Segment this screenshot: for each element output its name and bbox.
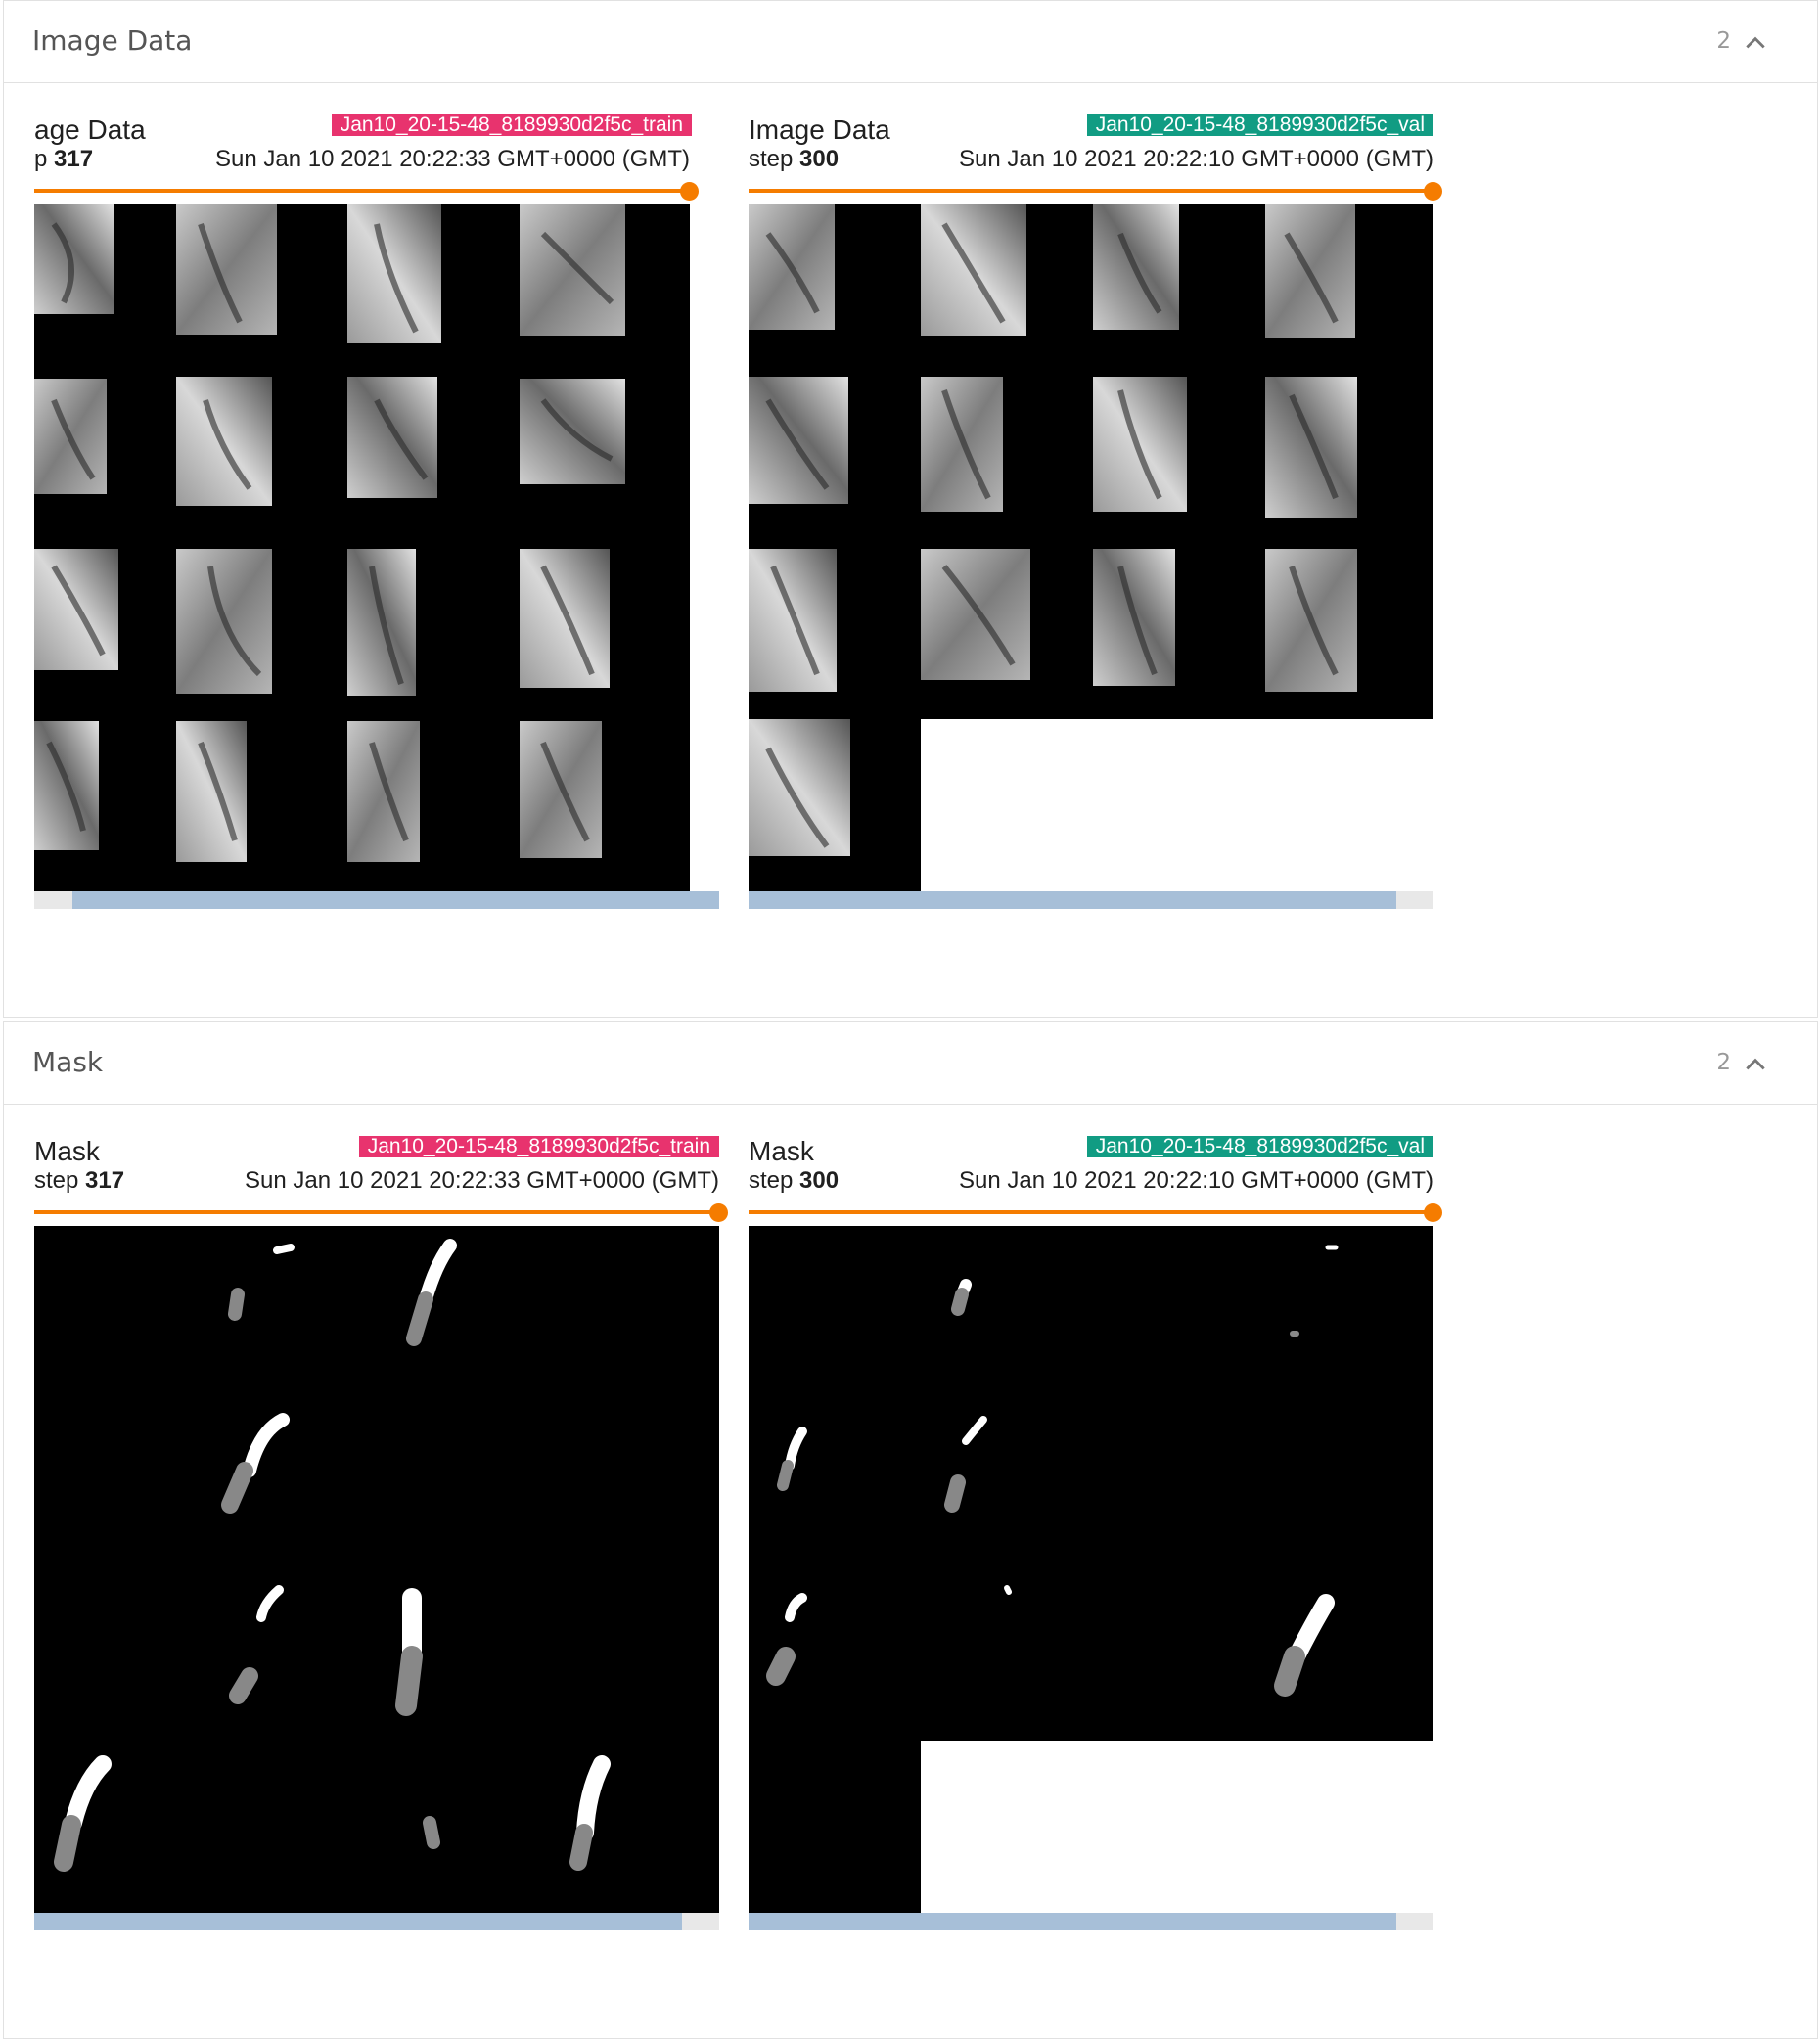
- scrollbar-thumb[interactable]: [34, 1913, 682, 1930]
- image-grid: [34, 204, 690, 891]
- mask-grid: [34, 1226, 719, 1913]
- mri-tiles: [749, 204, 1357, 692]
- step-slider-thumb[interactable]: [1424, 182, 1442, 201]
- mri-tiles: [34, 204, 625, 862]
- step-slider-track[interactable]: [749, 189, 1433, 193]
- image-grid-last-row: [749, 719, 921, 891]
- card-timestamp: Sun Jan 10 2021 20:22:33 GMT+0000 (GMT): [215, 146, 690, 172]
- card-timestamp: Sun Jan 10 2021 20:22:10 GMT+0000 (GMT): [959, 146, 1433, 172]
- mask-shapes: [54, 1239, 611, 1872]
- image-card-val: Image Data step 300 Jan10_20-15-48_81899…: [749, 114, 1445, 915]
- horizontal-scrollbar[interactable]: [749, 891, 1433, 909]
- mask-card-val: Mask step 300 Jan10_20-15-48_8189930d2f5…: [749, 1136, 1445, 1936]
- run-tag-val: Jan10_20-15-48_8189930d2f5c_val: [1086, 114, 1433, 136]
- card-step: step 317: [34, 1167, 125, 1194]
- card-timestamp: Sun Jan 10 2021 20:22:10 GMT+0000 (GMT): [959, 1167, 1433, 1194]
- scrollbar-thumb[interactable]: [72, 891, 719, 909]
- section-title: Image Data: [32, 24, 193, 57]
- mask-card-train: Mask step 317 Jan10_20-15-48_8189930d2f5…: [34, 1136, 731, 1936]
- image-grid: [749, 204, 1433, 719]
- horizontal-scrollbar[interactable]: [34, 891, 719, 909]
- step-slider-thumb[interactable]: [709, 1203, 728, 1222]
- card-step: step 300: [749, 146, 840, 172]
- card-title: Mask: [34, 1136, 100, 1166]
- section-header[interactable]: Mask 2: [4, 1022, 1817, 1105]
- horizontal-scrollbar[interactable]: [34, 1913, 719, 1930]
- chevron-up-icon[interactable]: [1743, 30, 1768, 56]
- run-tag-val: Jan10_20-15-48_8189930d2f5c_val: [1086, 1136, 1433, 1157]
- step-slider-thumb[interactable]: [680, 182, 699, 201]
- card-title: Mask: [749, 1136, 814, 1166]
- mask-grid-last-row: [749, 1741, 921, 1913]
- card-step: p 317: [34, 146, 94, 172]
- card-step: step 300: [749, 1167, 840, 1194]
- step-slider-thumb[interactable]: [1424, 1203, 1442, 1222]
- horizontal-scrollbar[interactable]: [749, 1913, 1433, 1930]
- card-title: Image Data: [749, 114, 890, 145]
- section-header[interactable]: Image Data 2: [4, 1, 1817, 83]
- section-count: 2: [1716, 28, 1731, 54]
- step-slider-track[interactable]: [34, 1210, 719, 1214]
- section-title: Mask: [32, 1046, 104, 1078]
- scrollbar-thumb[interactable]: [749, 891, 1396, 909]
- card-timestamp: Sun Jan 10 2021 20:22:33 GMT+0000 (GMT): [245, 1167, 719, 1194]
- step-slider-track[interactable]: [749, 1210, 1433, 1214]
- card-title: age Data: [34, 114, 146, 145]
- run-tag-train: Jan10_20-15-48_8189930d2f5c_train: [331, 114, 692, 136]
- chevron-up-icon[interactable]: [1743, 1052, 1768, 1077]
- mask-section: Mask 2 Mask step 317 Jan10_20-15-48_8189…: [3, 1021, 1818, 2039]
- scrollbar-thumb[interactable]: [749, 1913, 1396, 1930]
- mask-shapes: [766, 1245, 1339, 1697]
- image-card-train: age Data p 317 Jan10_20-15-48_8189930d2f…: [34, 114, 724, 915]
- section-count: 2: [1716, 1050, 1731, 1075]
- mask-grid: [749, 1226, 1433, 1741]
- step-slider-track[interactable]: [34, 189, 690, 193]
- image-data-section: Image Data 2 age Data p 317 Jan10_20-15-…: [3, 0, 1818, 1018]
- run-tag-train: Jan10_20-15-48_8189930d2f5c_train: [358, 1136, 719, 1157]
